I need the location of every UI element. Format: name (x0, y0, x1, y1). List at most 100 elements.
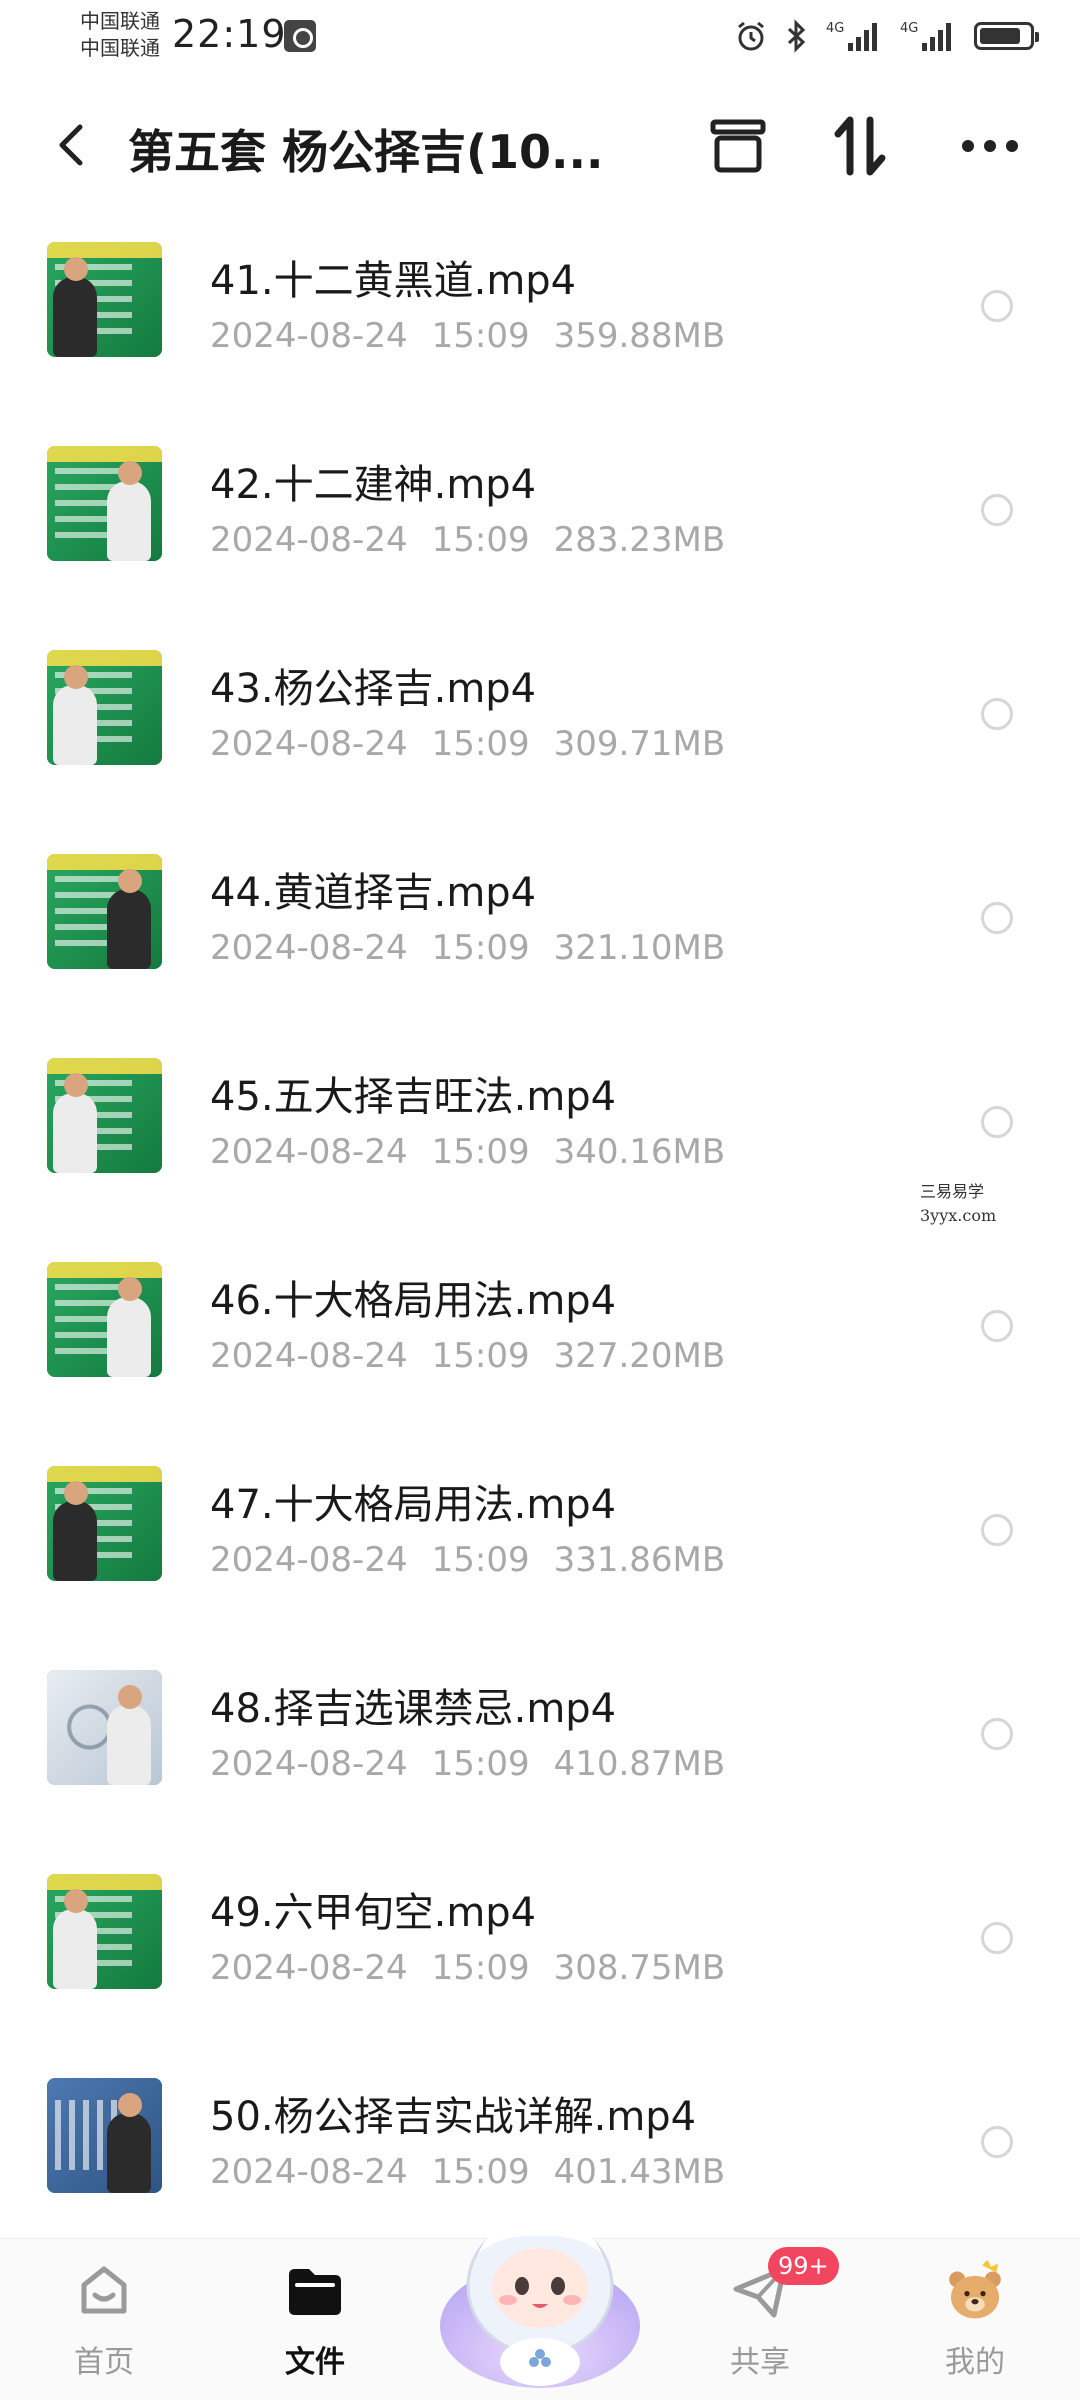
notification-icon (284, 20, 316, 52)
network-type-label-1: 4G (826, 21, 844, 36)
file-date: 2024-08-24 (210, 520, 408, 560)
file-date: 2024-08-24 (210, 1132, 408, 1172)
file-time: 15:09 (431, 1744, 530, 1784)
watermark: 三易易学 3yyx.com (920, 1180, 996, 1228)
file-name: 43.杨公择吉.mp4 (210, 666, 537, 712)
share-badge: 99+ (768, 2247, 839, 2285)
file-row[interactable]: 49.六甲旬空.mp4 2024-08-24 15:09 308.75MB (0, 1842, 1080, 2046)
video-thumbnail (47, 242, 162, 357)
file-row[interactable]: 47.十大格局用法.mp4 2024-08-24 15:09 331.86MB (0, 1434, 1080, 1638)
file-name: 50.杨公择吉实战详解.mp4 (210, 2094, 697, 2140)
carrier-2: 中国联通 (80, 36, 160, 60)
status-icons: 4G 4G (734, 14, 1039, 58)
chevron-left-icon (59, 124, 83, 166)
file-time: 15:09 (431, 928, 530, 968)
file-meta: 2024-08-24 15:09 321.10MB (210, 928, 749, 968)
file-time: 15:09 (431, 1948, 530, 1988)
video-thumbnail (47, 1874, 162, 1989)
assistant-mascot-button[interactable] (430, 2176, 650, 2396)
sort-icon (834, 116, 886, 176)
video-thumbnail (47, 650, 162, 765)
tab-home-label: 首页 (74, 2345, 134, 2380)
file-size: 331.86MB (553, 1540, 726, 1580)
tab-home[interactable]: 首页 (34, 2259, 174, 2389)
mascot-icon (440, 2207, 640, 2388)
file-date: 2024-08-24 (210, 928, 408, 968)
folder-icon (283, 2259, 347, 2323)
file-meta: 2024-08-24 15:09 308.75MB (210, 1948, 749, 1988)
file-row[interactable]: 43.杨公择吉.mp4 2024-08-24 15:09 309.71MB (0, 618, 1080, 822)
file-size: 283.23MB (553, 520, 726, 560)
carrier-1: 中国联通 (80, 9, 160, 33)
network-type-label-2: 4G (900, 21, 918, 36)
video-thumbnail (47, 446, 162, 561)
sort-button[interactable] (824, 110, 896, 182)
file-name: 45.五大择吉旺法.mp4 (210, 1074, 617, 1120)
watermark-line-2: 3yyx.com (920, 1206, 997, 1225)
file-date: 2024-08-24 (210, 1336, 408, 1376)
file-date: 2024-08-24 (210, 1744, 408, 1784)
archive-box-icon (710, 119, 766, 173)
select-checkbox[interactable] (981, 1718, 1013, 1750)
file-name: 48.择吉选课禁忌.mp4 (210, 1686, 617, 1732)
select-checkbox[interactable] (981, 1310, 1013, 1342)
battery-level (980, 28, 1020, 44)
file-time: 15:09 (431, 724, 530, 764)
tab-files[interactable]: 文件 (245, 2259, 385, 2389)
select-checkbox[interactable] (981, 290, 1013, 322)
video-thumbnail (47, 854, 162, 969)
signal-icon: 4G (826, 19, 882, 53)
file-meta: 2024-08-24 15:09 327.20MB (210, 1336, 749, 1376)
file-row[interactable]: 45.五大择吉旺法.mp4 2024-08-24 15:09 340.16MB (0, 1026, 1080, 1230)
select-checkbox[interactable] (981, 1514, 1013, 1546)
file-name: 47.十大格局用法.mp4 (210, 1482, 617, 1528)
tab-files-label: 文件 (285, 2345, 345, 2380)
select-checkbox[interactable] (981, 494, 1013, 526)
select-checkbox[interactable] (981, 1922, 1013, 1954)
paper-plane-icon: 99+ (728, 2247, 839, 2323)
file-row[interactable]: 46.十大格局用法.mp4 2024-08-24 15:09 327.20MB (0, 1230, 1080, 1434)
tab-share[interactable]: 99+ 共享 (690, 2247, 839, 2389)
file-time: 15:09 (431, 520, 530, 560)
select-checkbox[interactable] (981, 902, 1013, 934)
file-meta: 2024-08-24 15:09 359.88MB (210, 316, 749, 356)
signal-icon: 4G (900, 19, 956, 53)
select-checkbox[interactable] (981, 698, 1013, 730)
file-time: 15:09 (431, 1540, 530, 1580)
file-row[interactable]: 44.黄道择吉.mp4 2024-08-24 15:09 321.10MB (0, 822, 1080, 1026)
video-thumbnail (47, 1262, 162, 1377)
file-name: 49.六甲旬空.mp4 (210, 1890, 537, 1936)
video-thumbnail (47, 1466, 162, 1581)
select-checkbox[interactable] (981, 2126, 1013, 2158)
more-button[interactable] (954, 110, 1026, 182)
file-time: 15:09 (431, 316, 530, 356)
file-date: 2024-08-24 (210, 2152, 408, 2192)
watermark-line-1: 三易易学 (920, 1182, 985, 1201)
file-time: 15:09 (431, 1336, 530, 1376)
file-name: 42.十二建神.mp4 (210, 462, 537, 508)
file-size: 359.88MB (553, 316, 726, 356)
archive-button[interactable] (702, 110, 774, 182)
tab-me[interactable]: 我的 (905, 2259, 1045, 2389)
file-row[interactable]: 48.择吉选课禁忌.mp4 2024-08-24 15:09 410.87MB (0, 1638, 1080, 1842)
back-button[interactable] (46, 120, 96, 170)
file-name: 44.黄道择吉.mp4 (210, 870, 537, 916)
video-thumbnail (47, 2078, 162, 2193)
carrier-labels: 中国联通 中国联通 (80, 8, 160, 62)
status-bar: 中国联通 中国联通 22:19 4G 4G (0, 0, 1080, 80)
video-thumbnail (47, 1670, 162, 1785)
file-meta: 2024-08-24 15:09 340.16MB (210, 1132, 749, 1172)
bluetooth-icon (786, 19, 808, 53)
clock: 22:19 (172, 12, 287, 56)
tab-share-label: 共享 (730, 2345, 790, 2380)
bear-avatar-icon (943, 2259, 1007, 2323)
file-date: 2024-08-24 (210, 316, 408, 356)
file-size: 308.75MB (553, 1948, 726, 1988)
home-icon (72, 2259, 136, 2323)
select-checkbox[interactable] (981, 1106, 1013, 1138)
file-date: 2024-08-24 (210, 1540, 408, 1580)
tab-me-label: 我的 (945, 2345, 1005, 2380)
file-size: 309.71MB (553, 724, 726, 764)
file-row[interactable]: 41.十二黄黑道.mp4 2024-08-24 15:09 359.88MB (0, 210, 1080, 414)
file-row[interactable]: 42.十二建神.mp4 2024-08-24 15:09 283.23MB (0, 414, 1080, 618)
